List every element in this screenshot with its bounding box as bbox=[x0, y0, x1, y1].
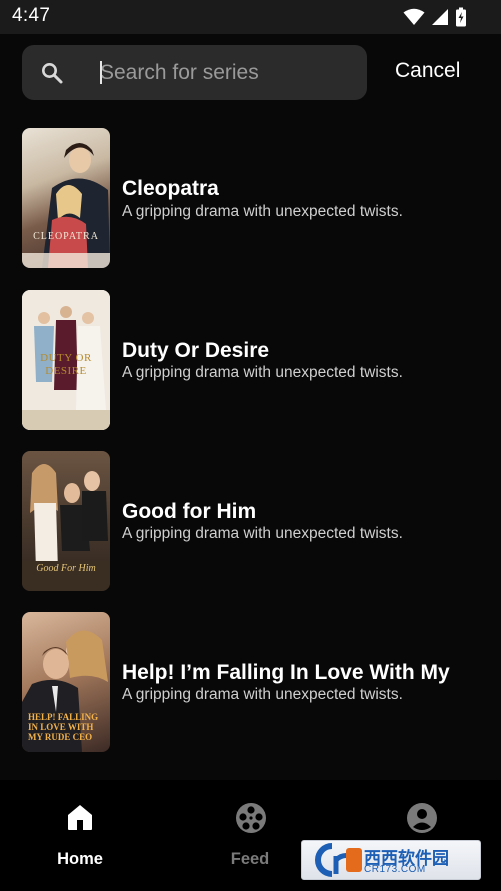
search-bar[interactable] bbox=[22, 45, 367, 100]
nav-home[interactable]: Home bbox=[25, 780, 135, 880]
status-bar: 4:47 bbox=[0, 0, 501, 34]
series-poster: Good For Him bbox=[22, 451, 110, 591]
text-cursor bbox=[100, 61, 102, 84]
series-title: Duty Or Desire bbox=[122, 339, 270, 362]
watermark-subtext: CR173.COM bbox=[364, 864, 426, 875]
poster-caption: Good For Him bbox=[36, 563, 96, 574]
status-time: 4:47 bbox=[12, 5, 51, 26]
wifi-icon bbox=[403, 8, 425, 26]
film-reel-icon bbox=[235, 802, 267, 839]
nav-label: Feed bbox=[230, 850, 270, 868]
series-poster: HELP! FALLING IN LOVE WITH MY RUDE CEO bbox=[22, 612, 110, 752]
poster-caption: HELP! FALLING IN LOVE WITH MY RUDE CEO bbox=[28, 712, 99, 742]
list-item[interactable]: CLEOPATRA Cleopatra A gripping drama wit… bbox=[22, 128, 482, 268]
series-description: A gripping drama with unexpected twists. bbox=[122, 686, 403, 703]
cell-signal-icon bbox=[431, 8, 449, 26]
list-item[interactable]: HELP! FALLING IN LOVE WITH MY RUDE CEO H… bbox=[22, 612, 482, 752]
poster-caption: CLEOPATRA bbox=[33, 231, 99, 242]
series-title: Help! I’m Falling In Love With My bbox=[122, 661, 450, 684]
status-icons bbox=[403, 7, 467, 27]
home-icon bbox=[65, 802, 95, 837]
series-description: A gripping drama with unexpected twists. bbox=[122, 203, 403, 220]
watermark-badge-icon bbox=[315, 843, 362, 877]
series-description: A gripping drama with unexpected twists. bbox=[122, 525, 403, 542]
nav-feed[interactable]: Feed bbox=[195, 780, 305, 880]
list-item[interactable]: Good For Him Good for Him A gripping dra… bbox=[22, 451, 482, 591]
search-icon bbox=[40, 61, 64, 90]
series-poster: CLEOPATRA bbox=[22, 128, 110, 268]
series-description: A gripping drama with unexpected twists. bbox=[122, 364, 403, 381]
series-poster: DUTY OR DESIRE bbox=[22, 290, 110, 430]
list-item[interactable]: DUTY OR DESIRE Duty Or Desire A gripping… bbox=[22, 290, 482, 430]
search-input[interactable] bbox=[100, 45, 360, 100]
profile-icon bbox=[406, 802, 438, 839]
nav-label: Home bbox=[57, 850, 103, 868]
watermark-logo: 西西软件园 CR173.COM bbox=[301, 840, 481, 880]
series-title: Good for Him bbox=[122, 500, 257, 523]
cancel-button[interactable]: Cancel bbox=[395, 59, 460, 83]
battery-charging-icon bbox=[455, 7, 467, 27]
series-title: Cleopatra bbox=[122, 177, 219, 200]
poster-caption: DUTY OR DESIRE bbox=[40, 352, 92, 377]
